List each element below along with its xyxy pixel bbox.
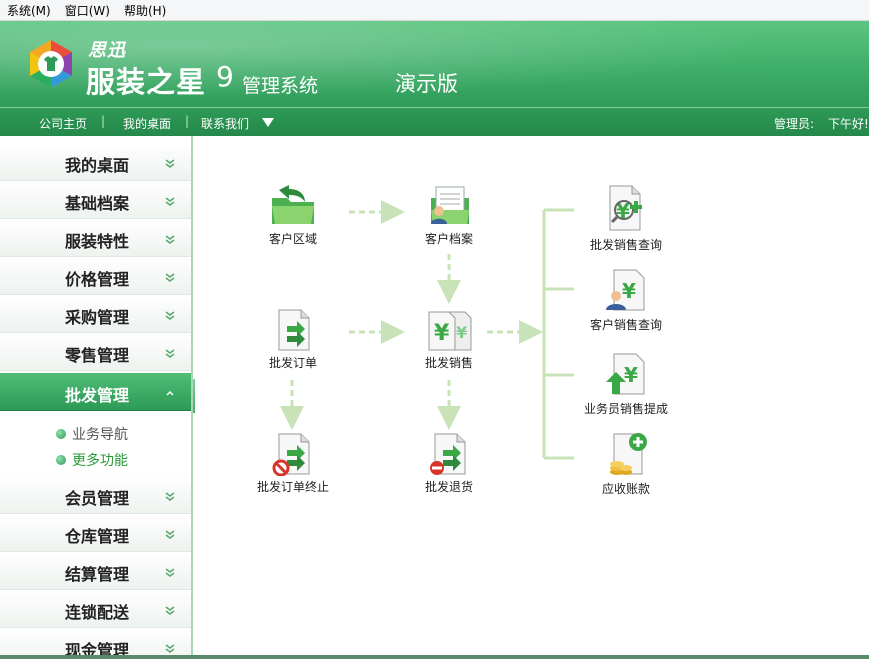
workflow-panel: 客户区域 客户档案 批发订单 ¥ ¥ 批发销售 批发订单终止 批发退货 ¥ 批发… xyxy=(195,136,869,659)
bullet-icon xyxy=(56,429,66,439)
node-wholesale-order[interactable]: 批发订单 xyxy=(248,308,338,371)
nav-separator: | xyxy=(185,114,190,128)
nav-separator: | xyxy=(101,114,106,128)
node-label: 业务员销售提成 xyxy=(583,402,668,416)
node-label: 应收账款 xyxy=(601,482,650,496)
chevron-down-icon xyxy=(165,530,175,539)
sidebar-item-label: 会员管理 xyxy=(65,489,130,508)
submenu-label: 业务导航 xyxy=(72,427,128,443)
node-label: 批发订单 xyxy=(268,356,317,370)
chevron-down-icon xyxy=(165,197,175,206)
sidebar-item-label: 结算管理 xyxy=(65,565,130,584)
sidebar-item-label: 采购管理 xyxy=(65,308,130,327)
doc-return-icon xyxy=(430,433,466,475)
sidebar-item-price-management[interactable]: 价格管理 xyxy=(0,257,191,295)
sidebar-item-label: 连锁配送 xyxy=(65,603,130,622)
chevron-down-icon xyxy=(165,606,175,615)
sidebar-item-label: 零售管理 xyxy=(65,346,130,365)
menu-system[interactable]: 系统(M) xyxy=(0,2,58,19)
receivable-icon xyxy=(610,433,647,475)
sidebar-item-settlement-management[interactable]: 结算管理 xyxy=(0,552,191,590)
chevron-down-icon xyxy=(165,273,175,282)
nav-company-home[interactable]: 公司主页 xyxy=(39,115,87,132)
node-customer-file[interactable]: 客户档案 xyxy=(404,184,494,247)
node-salesperson-commission[interactable]: ¥ 业务员销售提成 xyxy=(581,352,671,417)
chevron-down-icon xyxy=(165,159,175,168)
menu-help[interactable]: 帮助(H) xyxy=(117,2,173,19)
sidebar-item-label: 基础档案 xyxy=(65,194,130,213)
sidebar: 我的桌面 基础档案 服装特性 价格管理 采购管理 零售管理 批发管理 业务导航 … xyxy=(0,136,193,659)
sidebar-item-purchase-management[interactable]: 采购管理 xyxy=(0,295,191,333)
sidebar-item-basic-files[interactable]: 基础档案 xyxy=(0,181,191,219)
sidebar-item-label: 仓库管理 xyxy=(65,527,130,546)
status-strip xyxy=(0,655,869,659)
brand-version: 9 xyxy=(216,60,234,93)
doc-search-icon: ¥ xyxy=(609,185,642,231)
chevron-down-icon xyxy=(165,644,175,653)
chevron-down-icon xyxy=(165,492,175,501)
customer-file-icon xyxy=(431,186,469,224)
sidebar-item-chain-distribution[interactable]: 连锁配送 xyxy=(0,590,191,628)
node-wholesale-sales[interactable]: ¥ ¥ 批发销售 xyxy=(404,308,494,371)
chevron-down-icon xyxy=(165,311,175,320)
nav-my-desktop[interactable]: 我的桌面 xyxy=(123,115,171,132)
svg-text:¥: ¥ xyxy=(434,321,450,346)
bullet-icon xyxy=(56,455,66,465)
node-wholesale-order-termination[interactable]: 批发订单终止 xyxy=(248,432,338,495)
node-label: 客户区域 xyxy=(268,232,317,246)
admin-label: 管理员: xyxy=(774,117,815,131)
sidebar-item-member-management[interactable]: 会员管理 xyxy=(0,476,191,514)
svg-text:¥: ¥ xyxy=(456,323,467,342)
sidebar-item-label: 服装特性 xyxy=(65,232,130,251)
sidebar-item-my-desktop[interactable]: 我的桌面 xyxy=(0,143,191,181)
app-logo-icon xyxy=(30,40,72,88)
node-label: 批发销售查询 xyxy=(589,238,662,252)
svg-text:¥: ¥ xyxy=(622,279,636,303)
node-label: 批发订单终止 xyxy=(256,480,329,494)
doc-stop-icon xyxy=(272,433,310,476)
node-label: 客户档案 xyxy=(424,232,473,246)
sidebar-item-label: 价格管理 xyxy=(65,270,130,289)
yen-docs-icon: ¥ ¥ xyxy=(428,311,472,351)
greeting-text: 下午好! xyxy=(828,117,869,131)
folder-return-icon xyxy=(272,185,314,224)
sidebar-item-label: 我的桌面 xyxy=(65,156,130,175)
svg-text:¥: ¥ xyxy=(624,363,638,387)
menu-window[interactable]: 窗口(W) xyxy=(58,2,117,19)
submenu-label: 更多功能 xyxy=(72,453,128,469)
commission-icon: ¥ xyxy=(606,353,645,395)
chevron-up-icon xyxy=(166,391,174,396)
node-customer-sales-query[interactable]: ¥ 客户销售查询 xyxy=(581,268,671,333)
node-label: 客户销售查询 xyxy=(589,318,662,332)
dropdown-arrow-icon[interactable] xyxy=(262,118,274,127)
node-accounts-receivable[interactable]: 应收账款 xyxy=(581,432,671,497)
nav-contact-us[interactable]: 联系我们 xyxy=(201,115,249,132)
customer-yen-icon: ¥ xyxy=(606,269,645,311)
node-wholesale-sales-query[interactable]: ¥ 批发销售查询 xyxy=(581,184,671,253)
chevron-down-icon xyxy=(165,349,175,358)
brand-name: 服装之星 xyxy=(86,65,207,99)
edition-label: 演示版 xyxy=(395,72,458,96)
top-nav: 公司主页 | 我的桌面 | 联系我们 管理员: 下午好! xyxy=(0,107,869,136)
sidebar-item-warehouse-management[interactable]: 仓库管理 xyxy=(0,514,191,552)
brand-system: 管理系统 xyxy=(242,75,319,97)
node-label: 批发销售 xyxy=(424,356,473,370)
wholesale-submenu: 业务导航 更多功能 xyxy=(0,412,191,478)
sidebar-item-wholesale-management[interactable]: 批发管理 xyxy=(0,373,191,411)
sidebar-item-label: 批发管理 xyxy=(65,386,130,405)
chevron-down-icon xyxy=(165,235,175,244)
sidebar-item-retail-management[interactable]: 零售管理 xyxy=(0,333,191,371)
doc-arrow-icon xyxy=(278,309,310,351)
menu-bar: 系统(M) 窗口(W) 帮助(H) xyxy=(0,0,869,21)
node-wholesale-return[interactable]: 批发退货 xyxy=(404,432,494,495)
chevron-down-icon xyxy=(165,568,175,577)
node-label: 批发退货 xyxy=(424,480,473,494)
sidebar-item-apparel-attributes[interactable]: 服装特性 xyxy=(0,219,191,257)
node-customer-region[interactable]: 客户区域 xyxy=(248,184,338,247)
app-banner: 思迅 服装之星 9 管理系统 演示版 xyxy=(0,21,869,107)
